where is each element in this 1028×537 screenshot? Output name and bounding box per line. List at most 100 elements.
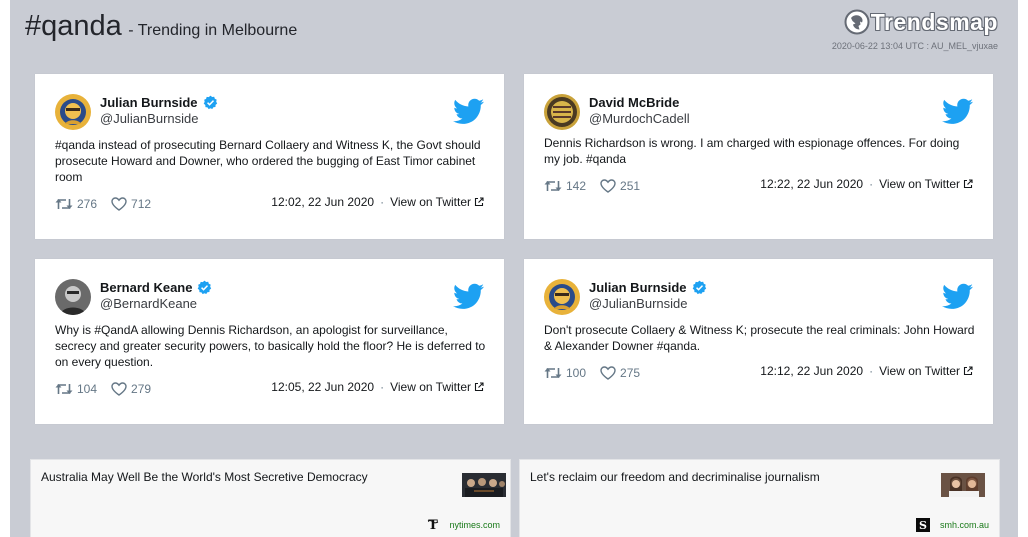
retweet-count[interactable]: 142 (544, 179, 586, 193)
avatar[interactable] (544, 279, 580, 315)
view-on-twitter-link[interactable]: View on Twitter (390, 195, 471, 209)
news-source[interactable]: T nytimes.com (427, 518, 500, 531)
verified-icon (203, 95, 218, 110)
retweet-value: 104 (77, 382, 98, 396)
twitter-bird-icon[interactable] (942, 98, 973, 125)
user-handle[interactable]: @BernardKeane (100, 296, 197, 311)
retweet-count[interactable]: 104 (55, 382, 97, 396)
user-name[interactable]: Julian Burnside (589, 280, 687, 295)
heart-icon (111, 197, 127, 211)
retweet-value: 276 (77, 197, 98, 211)
tweet-time[interactable]: 12:02, 22 Jun 2020 (271, 195, 374, 209)
external-link-icon (963, 179, 973, 189)
like-value: 251 (620, 179, 641, 193)
retweet-count[interactable]: 100 (544, 366, 586, 380)
hashtag-title: #qanda (25, 10, 122, 42)
brand-name: Trendsmap (870, 8, 998, 35)
page-title: #qanda - Trending in Melbourne (25, 10, 297, 43)
retweet-icon (544, 179, 562, 193)
tweet-card: David McBride @MurdochCadell Dennis Rich… (524, 74, 993, 239)
nytimes-icon: T (428, 518, 439, 531)
external-link-icon (474, 382, 484, 392)
user-name[interactable]: David McBride (589, 95, 679, 110)
view-on-twitter-link[interactable]: View on Twitter (879, 177, 960, 191)
verified-icon (197, 280, 212, 295)
news-source-domain: nytimes.com (449, 519, 500, 530)
view-on-twitter-link[interactable]: View on Twitter (879, 364, 960, 378)
svg-text:S: S (919, 519, 927, 532)
tweet-stats: 100 275 (544, 366, 654, 380)
retweet-count[interactable]: 276 (55, 197, 97, 211)
separator-dot: · (869, 364, 874, 378)
retweet-icon (55, 197, 73, 211)
like-count[interactable]: 712 (111, 197, 151, 211)
tweet-text: Don't prosecute Collaery & Witness K; pr… (544, 323, 975, 353)
tweet-time[interactable]: 12:12, 22 Jun 2020 (760, 364, 863, 378)
retweet-value: 142 (566, 179, 587, 193)
like-value: 712 (131, 197, 152, 211)
separator-dot: · (869, 177, 874, 191)
news-source-domain: smh.com.au (939, 520, 989, 530)
tweet-card: Bernard Keane @BernardKeane Why is #Qand… (35, 259, 504, 424)
user-name[interactable]: Julian Burnside (100, 95, 198, 110)
retweet-icon (544, 366, 562, 380)
twitter-bird-icon[interactable] (453, 98, 484, 125)
separator-dot: · (380, 195, 385, 209)
user-name-row: Julian Burnside (100, 95, 218, 110)
timestamp-location: 2020-06-22 13:04 UTC : AU_MEL_vjuxae (831, 41, 998, 51)
tweet-text: Why is #QandA allowing Dennis Richardson… (55, 323, 486, 369)
tweet-time[interactable]: 12:05, 22 Jun 2020 (271, 380, 374, 394)
tweet-stats: 104 279 (55, 382, 165, 396)
like-value: 275 (620, 366, 641, 380)
avatar[interactable] (55, 279, 91, 315)
external-link-icon (474, 197, 484, 207)
news-thumbnail[interactable] (941, 473, 985, 497)
user-name[interactable]: Bernard Keane (100, 280, 192, 295)
trendsmap-logo-icon (844, 9, 870, 35)
avatar[interactable] (55, 94, 91, 130)
tweet-footer: 12:22, 22 Jun 2020 · View on Twitter (760, 177, 973, 191)
news-title[interactable]: Let's reclaim our freedom and decriminal… (530, 470, 820, 484)
tweet-stats: 142 251 (544, 179, 654, 193)
news-card[interactable]: Australia May Well Be the World's Most S… (30, 459, 511, 537)
tweet-footer: 12:02, 22 Jun 2020 · View on Twitter (271, 195, 484, 209)
tweet-footer: 12:12, 22 Jun 2020 · View on Twitter (760, 364, 973, 378)
svg-text:T: T (429, 518, 439, 531)
news-thumbnail[interactable] (462, 473, 506, 497)
view-on-twitter-link[interactable]: View on Twitter (390, 380, 471, 394)
tweet-stats: 276 712 (55, 197, 165, 211)
user-name-row: Julian Burnside (589, 280, 707, 295)
user-handle[interactable]: @JulianBurnside (100, 111, 198, 126)
user-handle[interactable]: @MurdochCadell (589, 111, 690, 126)
page: #qanda - Trending in Melbourne Trendsmap… (10, 0, 1018, 537)
twitter-bird-icon[interactable] (942, 283, 973, 310)
tweet-card: Julian Burnside @JulianBurnside #qanda i… (35, 74, 504, 239)
like-count[interactable]: 275 (600, 366, 640, 380)
like-value: 279 (131, 382, 152, 396)
trending-location: - Trending in Melbourne (128, 22, 298, 39)
retweet-icon (55, 382, 73, 396)
verified-icon (692, 280, 707, 295)
news-card[interactable]: Let's reclaim our freedom and decriminal… (519, 459, 1000, 537)
heart-icon (600, 179, 616, 193)
avatar[interactable] (544, 94, 580, 130)
like-count[interactable]: 279 (111, 382, 151, 396)
external-link-icon (963, 366, 973, 376)
heart-icon (600, 366, 616, 380)
retweet-value: 100 (566, 366, 587, 380)
tweet-time[interactable]: 12:22, 22 Jun 2020 (760, 177, 863, 191)
twitter-bird-icon[interactable] (453, 283, 484, 310)
news-source[interactable]: S smh.com.au (915, 518, 989, 532)
trendsmap-logo[interactable]: Trendsmap (844, 6, 998, 38)
user-name-row: David McBride (589, 95, 679, 110)
tweet-footer: 12:05, 22 Jun 2020 · View on Twitter (271, 380, 484, 394)
user-handle[interactable]: @JulianBurnside (589, 296, 687, 311)
tweet-card: Julian Burnside @JulianBurnside Don't pr… (524, 259, 993, 424)
user-name-row: Bernard Keane (100, 280, 212, 295)
tweet-text: #qanda instead of prosecuting Bernard Co… (55, 138, 481, 184)
heart-icon (111, 382, 127, 396)
like-count[interactable]: 251 (600, 179, 640, 193)
news-title[interactable]: Australia May Well Be the World's Most S… (41, 470, 368, 484)
separator-dot: · (380, 380, 385, 394)
smh-icon: S (915, 518, 930, 532)
